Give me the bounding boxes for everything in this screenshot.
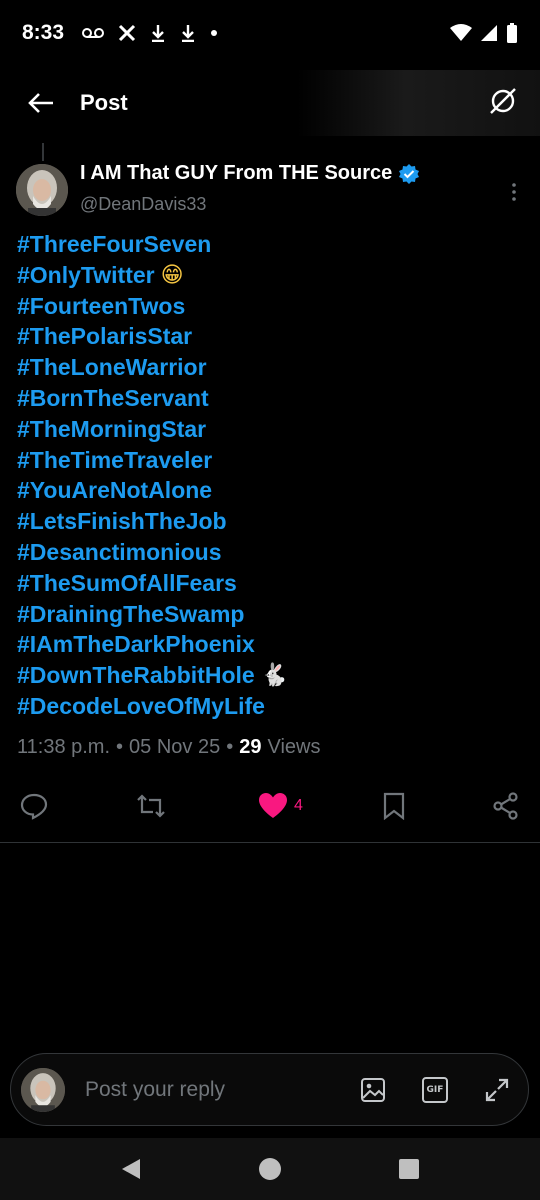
home-circle-icon[interactable] bbox=[258, 1157, 282, 1181]
hashtag-text[interactable]: #YouAreNotAlone bbox=[17, 475, 212, 506]
grok-icon[interactable] bbox=[488, 86, 518, 116]
reply-icon bbox=[20, 793, 48, 820]
arrow-left-icon[interactable] bbox=[28, 92, 54, 114]
expand-icon[interactable] bbox=[484, 1077, 510, 1103]
avatar[interactable] bbox=[16, 164, 68, 216]
hashtag-text[interactable]: #ThePolarisStar bbox=[17, 321, 192, 352]
signal-icon bbox=[481, 25, 497, 41]
hashtag-link[interactable]: #LetsFinishTheJob bbox=[17, 506, 524, 537]
like-count: 4 bbox=[294, 797, 303, 814]
hashtag-link[interactable]: #ThreeFourSeven bbox=[17, 229, 524, 260]
reply-button[interactable] bbox=[20, 788, 48, 824]
hashtag-text[interactable]: #Desanctimonious bbox=[17, 537, 222, 568]
dot-icon bbox=[211, 30, 218, 36]
wifi-icon bbox=[450, 24, 472, 41]
thread-line bbox=[42, 143, 44, 161]
hashtag-link[interactable]: #YouAreNotAlone bbox=[17, 475, 524, 506]
hashtag-link[interactable]: #TheMorningStar bbox=[17, 414, 524, 445]
emoji: 😁 bbox=[160, 261, 184, 287]
share-icon bbox=[493, 792, 518, 820]
author-display-name[interactable]: I AM That GUY From THE Source bbox=[80, 162, 392, 185]
hashtag-text[interactable]: #DecodeLoveOfMyLife bbox=[17, 691, 265, 722]
gif-icon[interactable]: GIF bbox=[422, 1076, 448, 1103]
tweet-meta: 11:38 p.m. • 05 Nov 25 • 29 Views bbox=[17, 736, 320, 759]
hashtag-link[interactable]: #DownTheRabbitHole 🐇 bbox=[17, 660, 524, 691]
divider bbox=[0, 842, 540, 843]
status-bar: 8:33 bbox=[0, 0, 540, 66]
hashtag-text[interactable]: #TheSumOfAllFears bbox=[17, 568, 237, 599]
hashtag-text[interactable]: #TheLoneWarrior bbox=[17, 352, 207, 383]
reply-input[interactable]: Post your reply bbox=[85, 1078, 225, 1102]
bookmark-icon bbox=[383, 792, 405, 820]
views-label[interactable]: Views bbox=[267, 736, 320, 759]
status-notification-icons bbox=[82, 24, 218, 42]
emoji: 🐇 bbox=[260, 662, 289, 688]
status-system-icons bbox=[450, 23, 518, 43]
hashtag-text[interactable]: #TheTimeTraveler bbox=[17, 445, 212, 476]
x-logo-icon bbox=[118, 24, 136, 42]
hashtag-text[interactable]: #FourteenTwos bbox=[17, 291, 185, 322]
avatar bbox=[21, 1067, 65, 1112]
hashtag-link[interactable]: #DecodeLoveOfMyLife bbox=[17, 691, 524, 722]
meta-separator: • bbox=[116, 736, 124, 758]
recents-square-icon[interactable] bbox=[398, 1158, 420, 1180]
retweet-icon bbox=[137, 794, 165, 818]
hashtag-link[interactable]: #Desanctimonious bbox=[17, 537, 524, 568]
meta-separator: • bbox=[226, 736, 234, 758]
hashtag-text[interactable]: #LetsFinishTheJob bbox=[17, 506, 227, 537]
system-nav-bar bbox=[0, 1138, 540, 1200]
image-icon[interactable] bbox=[360, 1077, 386, 1103]
tweet-author: I AM That GUY From THE Source @DeanDavis… bbox=[16, 160, 524, 220]
hashtag-link[interactable]: #DrainingTheSwamp bbox=[17, 599, 524, 630]
views-count: 29 bbox=[239, 736, 262, 758]
hashtag-text[interactable]: #IAmTheDarkPhoenix bbox=[17, 629, 255, 660]
more-options-icon[interactable] bbox=[504, 180, 524, 204]
download-icon bbox=[182, 25, 195, 42]
reply-composer[interactable]: Post your reply GIF bbox=[10, 1053, 529, 1126]
bookmark-button[interactable] bbox=[382, 788, 406, 824]
hashtag-link[interactable]: #TheSumOfAllFears bbox=[17, 568, 524, 599]
verified-badge-icon bbox=[399, 163, 420, 184]
author-handle[interactable]: @DeanDavis33 bbox=[80, 194, 206, 215]
heart-icon bbox=[259, 793, 287, 818]
gif-label: GIF bbox=[426, 1084, 444, 1095]
battery-icon bbox=[507, 23, 517, 43]
tweet-text: #ThreeFourSeven #OnlyTwitter 😁 #FourteenTwo… bbox=[17, 229, 524, 722]
share-button[interactable] bbox=[492, 788, 520, 824]
top-app-bar: Post bbox=[0, 70, 540, 136]
hashtag-text[interactable]: #OnlyTwitter bbox=[17, 260, 155, 291]
page-title: Post bbox=[80, 90, 128, 115]
tweet-time: 11:38 p.m. bbox=[17, 736, 111, 758]
tweet-actions: 4 bbox=[20, 788, 520, 824]
hashtag-text[interactable]: #ThreeFourSeven bbox=[17, 229, 211, 260]
hashtag-link[interactable]: #FourteenTwos bbox=[17, 291, 524, 322]
like-button[interactable]: 4 bbox=[258, 788, 303, 824]
repost-button[interactable] bbox=[135, 788, 167, 824]
voicemail-icon bbox=[82, 28, 105, 38]
reply-tools: GIF bbox=[360, 1076, 510, 1103]
hashtag-link[interactable]: #TheTimeTraveler bbox=[17, 445, 524, 476]
hashtag-link[interactable]: #OnlyTwitter 😁 bbox=[17, 260, 524, 291]
hashtag-link[interactable]: #TheLoneWarrior bbox=[17, 352, 524, 383]
hashtag-text[interactable]: #DrainingTheSwamp bbox=[17, 599, 244, 630]
hashtag-text[interactable]: #TheMorningStar bbox=[17, 414, 206, 445]
hashtag-text[interactable]: #DownTheRabbitHole bbox=[17, 660, 255, 691]
hashtag-text[interactable]: #BornTheServant bbox=[17, 383, 209, 414]
hashtag-link[interactable]: #IAmTheDarkPhoenix bbox=[17, 629, 524, 660]
hashtag-link[interactable]: #BornTheServant bbox=[17, 383, 524, 414]
status-time: 8:33 bbox=[22, 21, 65, 44]
download-icon bbox=[152, 25, 165, 42]
back-triangle-icon[interactable] bbox=[120, 1158, 142, 1180]
tweet-date: 05 Nov 25 bbox=[129, 736, 221, 758]
hashtag-link[interactable]: #ThePolarisStar bbox=[17, 321, 524, 352]
